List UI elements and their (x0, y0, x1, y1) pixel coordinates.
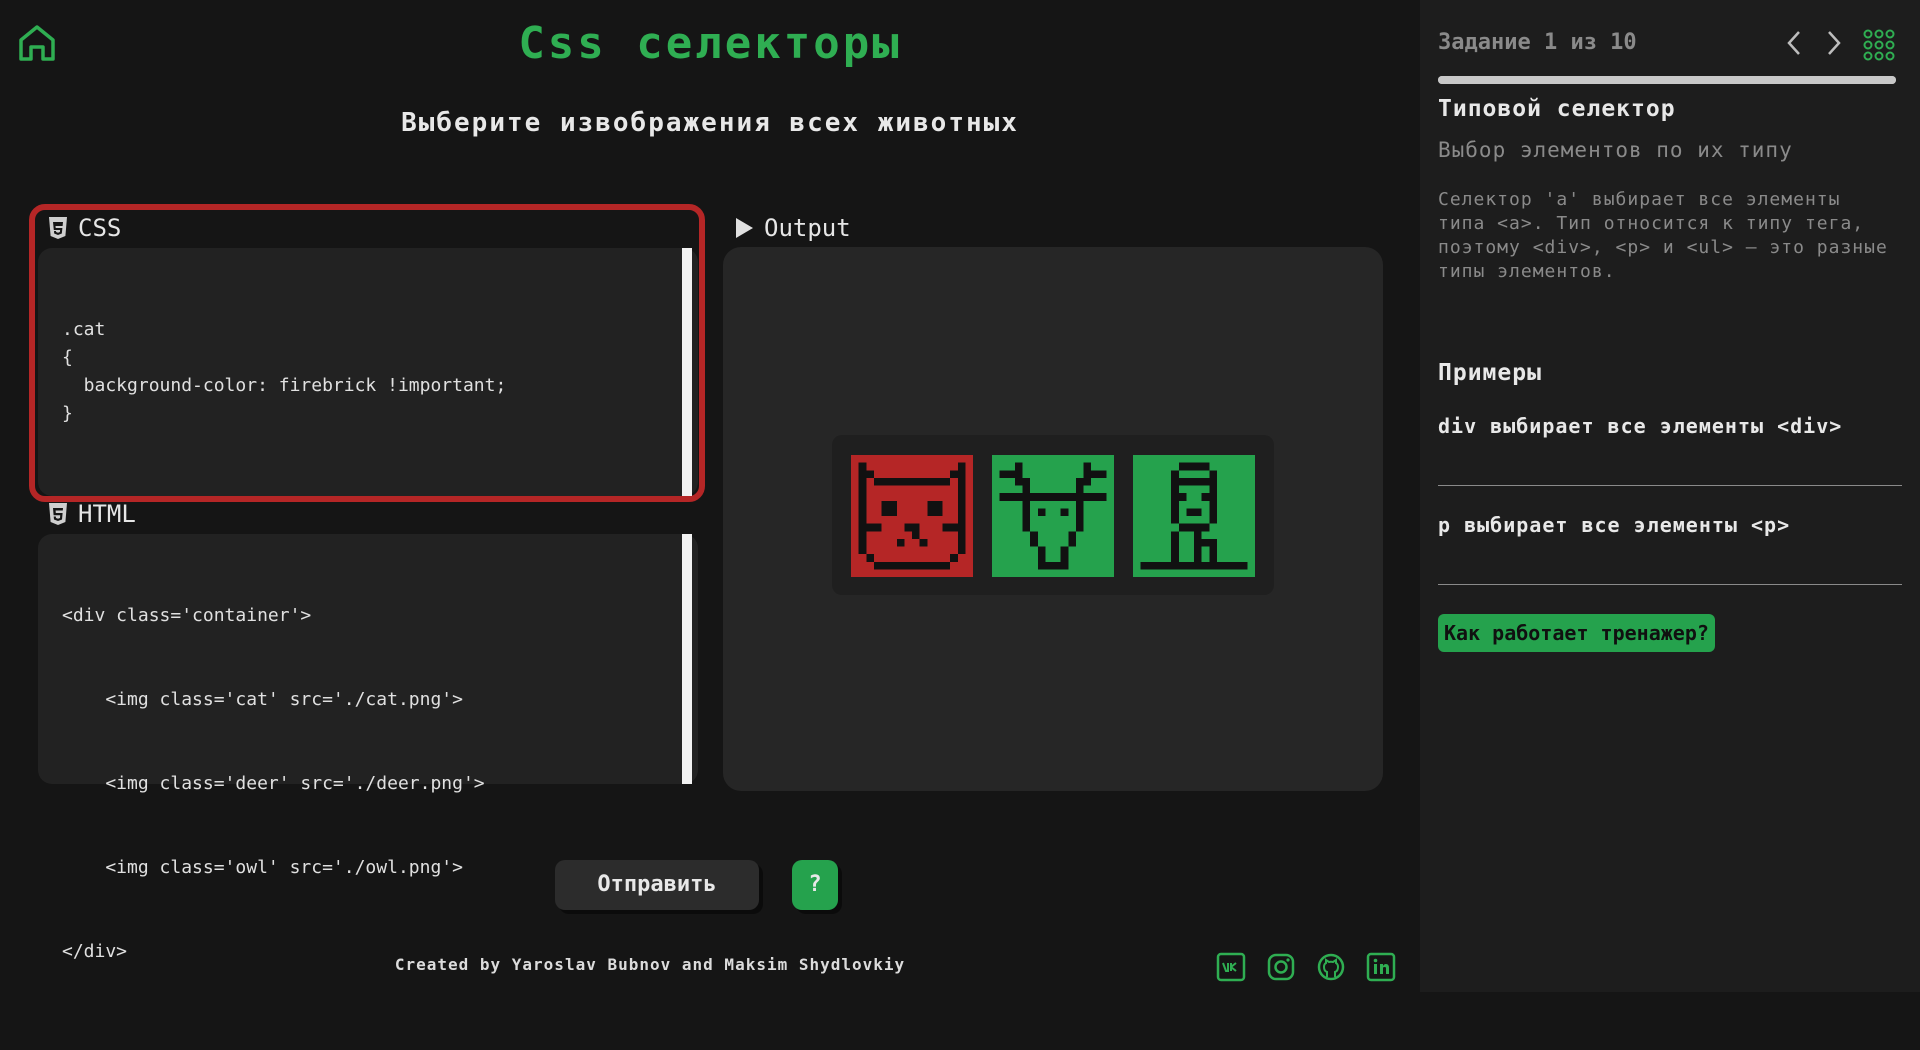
example-item: p выбирает все элементы <p> (1438, 513, 1791, 537)
output-label-text: Output (764, 214, 851, 242)
instagram-icon[interactable] (1266, 952, 1296, 982)
example-item: div выбирает все элементы <div> (1438, 414, 1843, 438)
github-icon[interactable] (1316, 952, 1346, 982)
css-label-text: CSS (78, 214, 122, 242)
play-icon (734, 217, 754, 239)
html-label-text: HTML (78, 500, 136, 528)
cat-image[interactable] (851, 455, 973, 577)
linkedin-icon[interactable] (1366, 952, 1396, 982)
chevron-left-icon[interactable] (1782, 28, 1808, 58)
html-panel-label: HTML (48, 500, 136, 528)
html-viewer: <div class='container'> <img class='cat'… (38, 534, 698, 962)
vk-icon[interactable] (1216, 952, 1246, 982)
owl-image[interactable] (1133, 455, 1255, 577)
example-divider (1438, 584, 1902, 585)
submit-button[interactable]: Отправить (555, 860, 759, 910)
html-scrollbar[interactable] (682, 534, 692, 784)
progress-fill (1438, 76, 1896, 84)
selector-title: Типовой селектор (1438, 96, 1676, 122)
html5-icon (48, 503, 68, 525)
app-title: Css селекторы (518, 18, 902, 69)
chevron-right-icon[interactable] (1820, 28, 1846, 58)
task-instruction: Выберите извображения всех животных (401, 108, 1019, 138)
css-panel-label: CSS (48, 214, 121, 242)
example-divider (1438, 485, 1902, 486)
deer-image[interactable] (992, 455, 1114, 577)
progress-bar (1438, 76, 1896, 84)
main-area: Css селекторы Выберите извображения всех… (0, 0, 1420, 992)
credits: Created by Yaroslav Bubnov and Maksim Sh… (394, 955, 906, 974)
how-it-works-button[interactable]: Как работает тренажер? (1438, 614, 1715, 652)
html-code-line: <img class='cat' src='./cat.png'> (62, 689, 463, 710)
selector-description: Селектор 'a' выбирает все элементы типа … (1438, 189, 1888, 282)
examples-title: Примеры (1438, 360, 1542, 386)
css-code-input[interactable]: .cat { background-color: firebrick !impo… (62, 316, 662, 536)
output-panel-label: Output (734, 214, 851, 242)
html-code-line: <img class='deer' src='./deer.png'> (62, 773, 485, 794)
selector-subtitle: Выбор элементов по их типу (1438, 138, 1793, 162)
css-scrollbar[interactable] (682, 248, 692, 496)
help-button[interactable]: ? (792, 860, 838, 910)
css-editor: .cat { background-color: firebrick !impo… (38, 248, 698, 536)
html-code-line: <div class='container'> (62, 605, 312, 626)
levels-grid-icon[interactable] (1862, 28, 1896, 62)
level-counter: Задание 1 из 10 (1438, 30, 1637, 55)
css3-icon (48, 217, 68, 239)
